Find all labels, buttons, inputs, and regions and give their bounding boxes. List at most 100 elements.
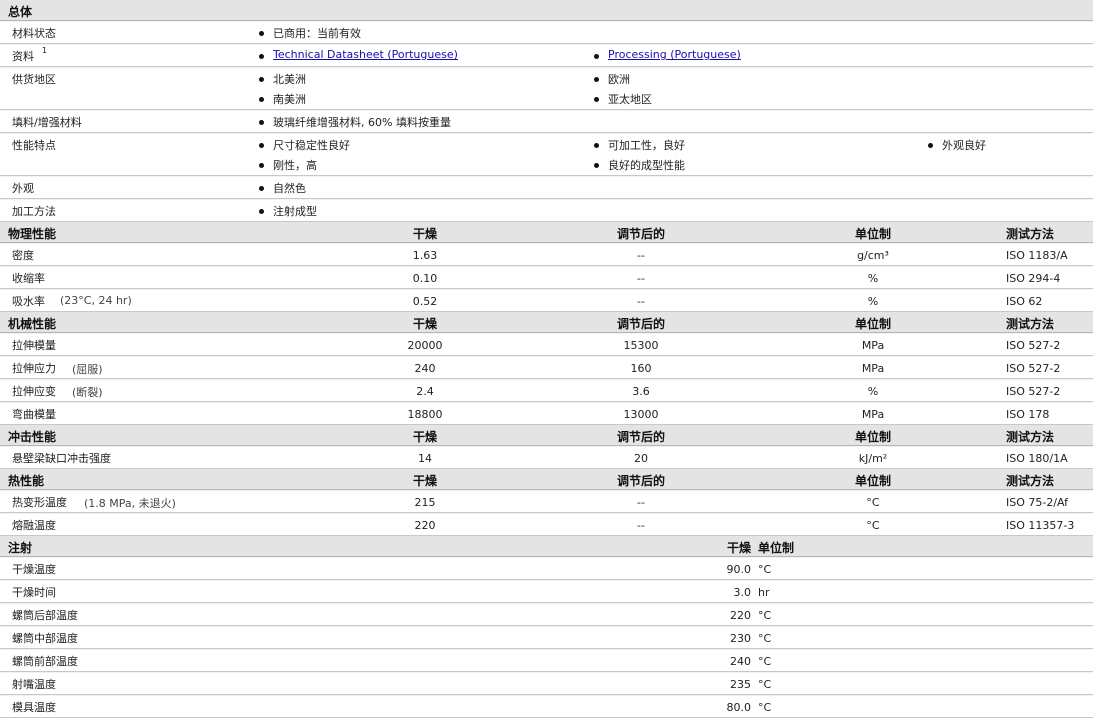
property-row: 拉伸应变 (断裂) 2.4 3.6% ISO 527-2 — [0, 379, 1093, 402]
value-dry: 0.10 — [412, 272, 438, 285]
row-label: 材料状态 — [12, 27, 56, 40]
column-header-dry: 干燥 — [726, 541, 751, 555]
parameter-label: 干燥时间 — [12, 586, 56, 599]
property-label: 收缩率 — [12, 272, 45, 285]
test-method: ISO 294-4 — [1006, 272, 1061, 285]
property-row: 悬壁梁缺口冲击强度 14 20 kJ/m² ISO 180/1A — [0, 446, 1093, 469]
general-row: 加工方法 注射成型 — [0, 199, 1093, 222]
row-label: 加工方法 — [12, 205, 56, 218]
unit: MPa — [861, 339, 885, 352]
property-row: 熔融温度 220 -- °C ISO 11357-3 — [0, 513, 1093, 536]
parameter-value: 230 — [730, 632, 751, 645]
row-label: 供货地区 — [12, 73, 56, 86]
datasheet: 总体材料状态 已商用：当前有效资料 1 Technical Datasheet (Po… — [0, 0, 1093, 718]
property-label: 吸水率 — [12, 295, 45, 308]
value-conditioned: 160 — [630, 362, 652, 375]
section-title: 热性能 — [8, 474, 45, 488]
parameter-label: 射嘴温度 — [12, 678, 56, 691]
value-dry: 1.63 — [412, 249, 438, 262]
section-header-general: 总体 — [0, 0, 1093, 21]
column-header-conditioned: 调节后的 — [616, 430, 666, 444]
column-header-method: 测试方法 — [1006, 227, 1055, 241]
list-item: 已商用：当前有效 — [258, 25, 361, 41]
test-method: ISO 178 — [1006, 408, 1050, 421]
column-header-conditioned: 调节后的 — [616, 317, 666, 331]
value-conditioned: 15300 — [623, 339, 659, 352]
general-row: 外观 自然色 — [0, 176, 1093, 199]
parameter-value: 3.0 — [733, 586, 752, 599]
parameter-unit: °C — [758, 655, 772, 668]
list-item: 外观良好 — [927, 137, 986, 153]
parameter-unit: °C — [758, 701, 772, 714]
value-dry: 240 — [414, 362, 436, 375]
parameter-unit: °C — [758, 632, 772, 645]
property-label: 悬壁梁缺口冲击强度 — [12, 452, 111, 465]
general-row: 资料 1 Technical Datasheet (Portuguese) Proce… — [0, 44, 1093, 67]
unit: % — [867, 385, 879, 398]
section-header: 热性能 干燥 调节后的 单位制 测试方法 — [0, 469, 1093, 490]
general-row: 材料状态 已商用：当前有效 — [0, 21, 1093, 44]
property-row: 弯曲模量 18800 13000 MPa ISO 178 — [0, 402, 1093, 425]
parameter-label: 干燥温度 — [12, 563, 56, 576]
property-row: 热变形温度 (1.8 MPa, 未退火) 215 -- °C ISO 75-2/Af — [0, 490, 1093, 513]
property-label: 熔融温度 — [12, 519, 56, 532]
property-row: 收缩率 0.10 --% ISO 294-4 — [0, 266, 1093, 289]
unit: kJ/m² — [858, 452, 888, 465]
property-label: 拉伸应力 — [12, 362, 56, 375]
parameter-unit: °C — [758, 563, 772, 576]
value-dry: 2.4 — [416, 385, 434, 398]
footnote-marker: 1 — [42, 46, 48, 55]
property-condition: (1.8 MPa, 未退火) — [84, 497, 176, 510]
property-condition: (23°C, 24 hr) — [60, 294, 132, 307]
row-label: 外观 — [12, 182, 34, 195]
section-title: 注射 — [8, 541, 33, 555]
injection-row: 模具温度 80.0 °C — [0, 695, 1093, 718]
parameter-label: 螺筒中部温度 — [12, 632, 78, 645]
injection-row: 螺筒后部温度 220 °C — [0, 603, 1093, 626]
parameter-value: 240 — [730, 655, 751, 668]
list-item: 北美洲 — [258, 71, 306, 87]
document-link-1[interactable]: Processing (Portuguese) — [608, 48, 741, 61]
value-conditioned: -- — [637, 519, 645, 532]
parameter-label: 螺筒后部温度 — [12, 609, 78, 622]
column-header-dry: 干燥 — [412, 317, 438, 331]
unit: % — [867, 295, 879, 308]
value-conditioned: 3.6 — [632, 385, 650, 398]
unit: g/cm³ — [857, 249, 889, 262]
test-method: ISO 527-2 — [1006, 385, 1061, 398]
column-header-unit: 单位制 — [758, 541, 795, 555]
property-label: 弯曲模量 — [12, 408, 56, 421]
list-item: 尺寸稳定性良好 — [258, 137, 350, 153]
property-row: 吸水率 (23°C, 24 hr) 0.52 --% ISO 62 — [0, 289, 1093, 312]
list-item: 自然色 — [258, 180, 306, 196]
unit: °C — [866, 496, 880, 509]
parameter-unit: hr — [758, 586, 770, 599]
parameter-label: 螺筒前部温度 — [12, 655, 78, 668]
list-item: 玻璃纤维增强材料, 60% 填料按重量 — [258, 114, 451, 130]
section-header-injection: 注射 干燥 单位制 — [0, 536, 1093, 557]
column-header-conditioned: 调节后的 — [616, 227, 666, 241]
column-header-dry: 干燥 — [412, 227, 438, 241]
section-header: 机械性能 干燥 调节后的 单位制 测试方法 — [0, 312, 1093, 333]
column-header-unit: 单位制 — [854, 430, 892, 444]
value-dry: 18800 — [407, 408, 443, 421]
test-method: ISO 527-2 — [1006, 362, 1061, 375]
general-row: 性能特点 尺寸稳定性良好 刚性，高 可加工性，良好 良好的成型性能 外观良好 — [0, 133, 1093, 176]
parameter-value: 90.0 — [726, 563, 752, 576]
test-method: ISO 527-2 — [1006, 339, 1061, 352]
value-dry: 0.52 — [412, 295, 438, 308]
value-dry: 215 — [414, 496, 436, 509]
list-item: Processing (Portuguese) — [593, 48, 741, 61]
list-item: Technical Datasheet (Portuguese) — [258, 48, 458, 61]
row-label: 填料/增强材料 — [12, 116, 82, 129]
document-link-0[interactable]: Technical Datasheet (Portuguese) — [273, 48, 458, 61]
test-method: ISO 1183/A — [1006, 249, 1068, 262]
section-title: 总体 — [8, 5, 33, 19]
row-label: 资料 — [12, 50, 34, 63]
property-label: 拉伸模量 — [12, 339, 56, 352]
value-conditioned: -- — [637, 249, 645, 262]
property-label: 拉伸应变 — [12, 385, 56, 398]
property-label: 密度 — [12, 249, 34, 262]
section-title: 机械性能 — [8, 317, 57, 331]
value-dry: 220 — [414, 519, 436, 532]
